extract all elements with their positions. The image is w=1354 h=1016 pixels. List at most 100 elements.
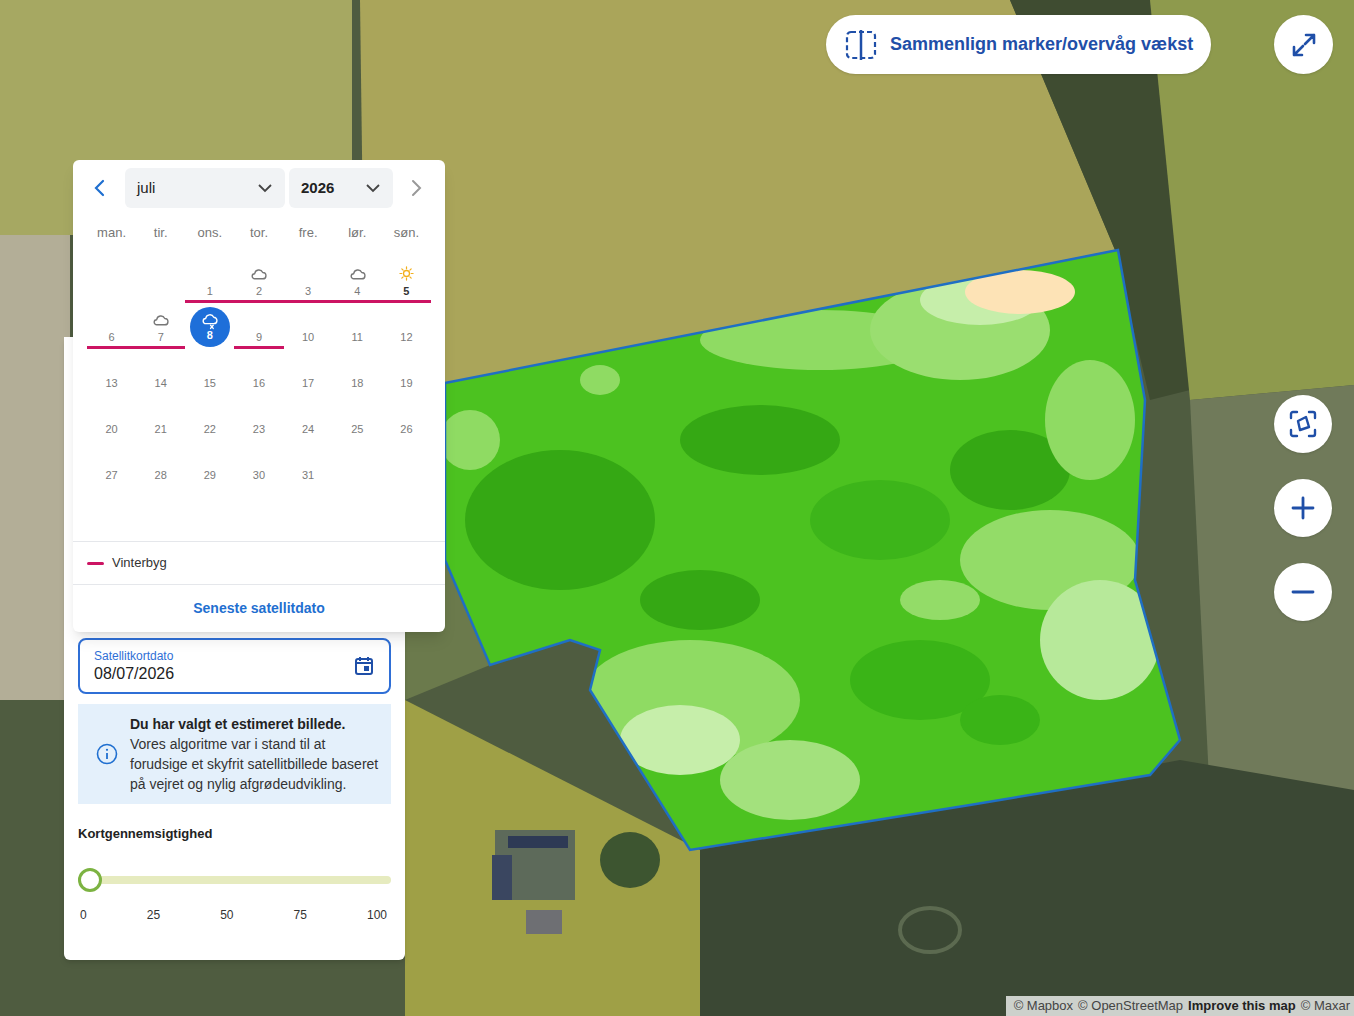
calendar-icon[interactable] — [353, 655, 375, 677]
calendar-day[interactable]: 23 — [234, 396, 283, 442]
calendar-day[interactable]: 11 — [333, 304, 382, 350]
empty-cell — [87, 258, 136, 304]
opacity-slider[interactable] — [78, 868, 391, 892]
attribution-item: © OpenStreetMap — [1078, 996, 1183, 1016]
calendar-day[interactable]: 18 — [333, 350, 382, 396]
day-number: 5 — [403, 284, 409, 298]
latest-date-label: Seneste satellitdato — [193, 598, 325, 619]
day-number: 10 — [302, 330, 314, 344]
day-number: 15 — [204, 376, 216, 390]
day-number: 14 — [155, 376, 167, 390]
chevron-left-icon — [93, 179, 107, 197]
map-view[interactable]: Sammenlign marker/overvåg vækst © Mapbox… — [0, 0, 1354, 1016]
day-number: 11 — [352, 330, 363, 344]
calendar-day[interactable]: 27 — [87, 442, 136, 488]
crop-season-bar — [87, 346, 136, 349]
calendar-day[interactable]: 14 — [136, 350, 185, 396]
weekday-label: søn. — [382, 223, 431, 243]
calendar-day[interactable]: 21 — [136, 396, 185, 442]
day-number: 31 — [302, 468, 314, 482]
day-number: 22 — [204, 422, 216, 436]
legend-item: Vinterbyg — [87, 553, 167, 573]
weekday-label: man. — [87, 223, 136, 243]
calendar-day[interactable]: 10 — [284, 304, 333, 350]
calendar-day[interactable]: 29 — [185, 442, 234, 488]
weather-cloud-rain-icon — [201, 314, 218, 329]
calendar-day[interactable]: 13 — [87, 350, 136, 396]
year-select[interactable]: 2026 — [289, 168, 393, 208]
latest-date-button[interactable]: Seneste satellitdato — [73, 584, 445, 632]
calendar-day[interactable]: 26 — [382, 396, 431, 442]
calendar-popup: juli 2026 man.tir.ons.tor.fre.lør.søn. 1… — [73, 160, 445, 632]
calendar-day[interactable]: 4 — [333, 258, 382, 304]
map-attribution: © Mapbox© OpenStreetMapImprove this map©… — [1006, 996, 1354, 1016]
expand-icon — [1289, 30, 1319, 60]
calendar-day[interactable]: 31 — [284, 442, 333, 488]
prev-month-button[interactable] — [89, 179, 111, 197]
calendar-day[interactable]: 22 — [185, 396, 234, 442]
date-field-value: 08/07/2026 — [94, 664, 174, 684]
dropdown-icon — [365, 183, 381, 193]
crop-season-bar — [234, 346, 283, 349]
weather-cloud-icon — [349, 266, 366, 281]
weather-sun-icon — [399, 266, 414, 281]
opacity-label: Kortgennemsigtighed — [78, 824, 391, 844]
calendar-day[interactable]: 30 — [234, 442, 283, 488]
year-value: 2026 — [301, 177, 334, 200]
day-grid: 1234567891011121314151617181920212223242… — [73, 258, 445, 534]
day-number: 18 — [351, 376, 363, 390]
weekday-label: fre. — [284, 223, 333, 243]
minus-icon — [1290, 579, 1316, 605]
day-number: 30 — [253, 468, 265, 482]
calendar-day[interactable]: 24 — [284, 396, 333, 442]
calendar-day[interactable]: 17 — [284, 350, 333, 396]
day-number: 21 — [155, 422, 167, 436]
date-field-label: Satellitkortdato — [94, 648, 174, 664]
focus-icon — [1287, 408, 1319, 440]
slider-tick: 50 — [220, 906, 233, 924]
weekday-label: tir. — [136, 223, 185, 243]
day-number: 9 — [256, 330, 262, 344]
calendar-day[interactable]: 15 — [185, 350, 234, 396]
next-month-button[interactable] — [393, 179, 439, 197]
day-number: 12 — [400, 330, 412, 344]
compare-button[interactable]: Sammenlign marker/overvåg vækst — [826, 15, 1211, 74]
attribution-item[interactable]: Improve this map — [1188, 996, 1296, 1016]
day-number: 2 — [256, 284, 262, 298]
recenter-button[interactable] — [1274, 395, 1332, 453]
weekday-row: man.tir.ons.tor.fre.lør.søn. — [73, 223, 445, 243]
slider-tick: 0 — [80, 906, 87, 924]
zoom-out-button[interactable] — [1274, 563, 1332, 621]
calendar-day[interactable]: 2 — [234, 258, 283, 304]
calendar-day[interactable]: 6 — [87, 304, 136, 350]
zoom-in-button[interactable] — [1274, 479, 1332, 537]
calendar-day[interactable]: 20 — [87, 396, 136, 442]
month-value: juli — [137, 177, 155, 200]
calendar-day[interactable]: 28 — [136, 442, 185, 488]
calendar-day[interactable]: 16 — [234, 350, 283, 396]
day-number: 7 — [158, 330, 164, 344]
slider-thumb[interactable] — [78, 868, 102, 892]
calendar-day[interactable]: 7 — [136, 304, 185, 350]
crop-season-bar — [333, 300, 382, 303]
calendar-day[interactable]: 9 — [234, 304, 283, 350]
calendar-day[interactable]: 25 — [333, 396, 382, 442]
crop-season-bar — [382, 300, 431, 303]
calendar-header: juli 2026 — [73, 160, 445, 216]
month-select[interactable]: juli — [125, 168, 285, 208]
day-number: 27 — [105, 468, 117, 482]
calendar-day[interactable]: 3 — [284, 258, 333, 304]
slider-ticks: 0255075100 — [78, 906, 391, 924]
calendar-day[interactable]: 8 — [185, 304, 234, 350]
attribution-item: © Mapbox — [1014, 996, 1073, 1016]
selected-day-circle[interactable]: 8 — [190, 307, 230, 347]
calendar-day[interactable]: 12 — [382, 304, 431, 350]
fullscreen-button[interactable] — [1274, 15, 1333, 74]
date-field[interactable]: Satellitkortdato 08/07/2026 — [78, 638, 391, 694]
day-number: 4 — [354, 284, 360, 298]
calendar-day[interactable]: 19 — [382, 350, 431, 396]
day-number: 8 — [207, 329, 213, 341]
calendar-day[interactable]: 5 — [382, 258, 431, 304]
calendar-day[interactable]: 1 — [185, 258, 234, 304]
day-number: 6 — [109, 330, 115, 344]
